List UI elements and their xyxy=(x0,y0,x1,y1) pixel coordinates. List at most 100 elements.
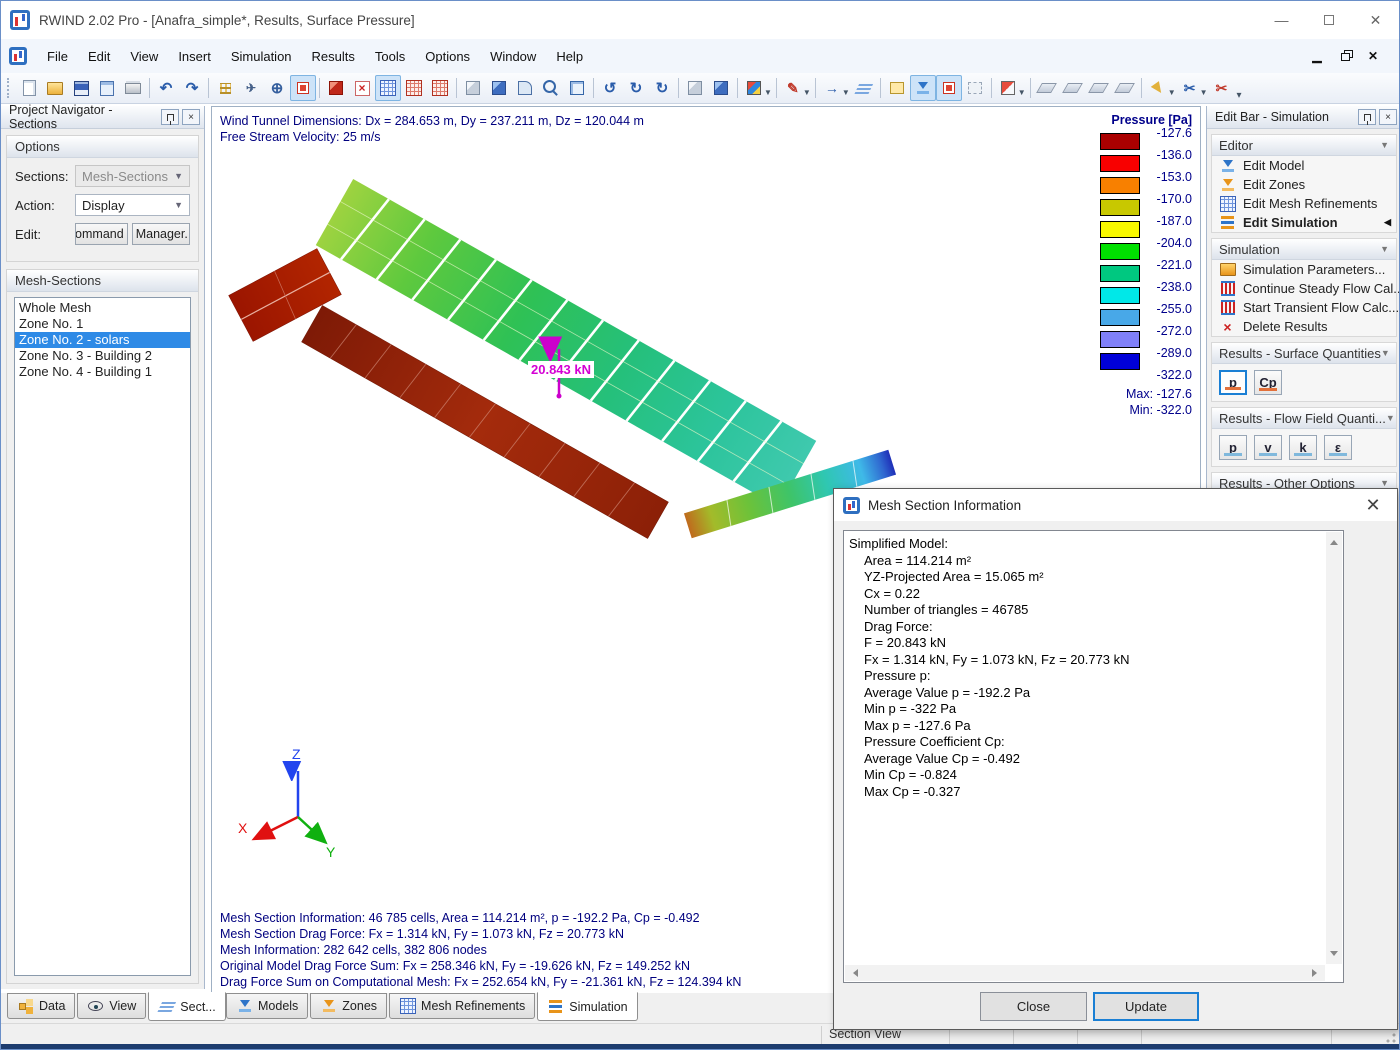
toolbar-show-mesh-button[interactable] xyxy=(375,75,401,101)
toolbar-new-file-button[interactable] xyxy=(16,75,42,101)
toolbar-display-colors-button[interactable]: ✎ xyxy=(780,75,806,101)
panel-close-button[interactable]: × xyxy=(182,109,200,125)
sections-dropdown[interactable]: Mesh-Sections ▼ xyxy=(75,165,190,187)
edit-manager-button[interactable]: Manager... xyxy=(131,223,190,245)
mesh-section-item[interactable]: Zone No. 1 xyxy=(15,316,190,332)
panel-pin-button[interactable] xyxy=(161,109,179,125)
toolbar-mesh-quality-button[interactable] xyxy=(401,75,427,101)
toolbar-isometric-view-button[interactable] xyxy=(682,75,708,101)
toolbar-navigation-mode-button[interactable]: ✈ xyxy=(238,75,264,101)
toolbar-undo-button[interactable]: ↶ xyxy=(153,75,179,101)
toolbar-layers-display-button[interactable] xyxy=(851,75,877,101)
tab-mesh-refinements[interactable]: Mesh Refinements xyxy=(389,993,536,1019)
mesh-section-item[interactable]: Zone No. 2 - solars xyxy=(15,332,190,348)
action-simulation-parameters[interactable]: Simulation Parameters... xyxy=(1212,260,1396,279)
toolbar-corner-view-button[interactable] xyxy=(512,75,538,101)
action-continue-steady-flow-cal[interactable]: Continue Steady Flow Cal... xyxy=(1212,279,1399,298)
tab-models[interactable]: Models xyxy=(226,993,309,1019)
toolbar-print-button[interactable] xyxy=(120,75,146,101)
toolbar-section-plane-2-button[interactable] xyxy=(935,75,962,101)
toolbar-overflow-button[interactable]: ▾ xyxy=(1237,90,1242,103)
action-dropdown[interactable]: Display ▼ xyxy=(75,194,190,216)
dialog-info-textbox[interactable]: Simplified Model: Area = 114.214 m² YZ-Pro… xyxy=(843,530,1344,983)
toolbar-clipping-box-button[interactable] xyxy=(884,75,910,101)
action-start-transient-flow-calc[interactable]: Start Transient Flow Calc... xyxy=(1212,298,1399,317)
section-header[interactable]: Results - Surface Quantities ▼ xyxy=(1212,343,1396,364)
toolbar-rotate-view-2-button[interactable]: ↻ xyxy=(623,75,649,101)
resize-grip[interactable] xyxy=(1386,1033,1396,1043)
toolbar-wireframe-view-button[interactable] xyxy=(460,75,486,101)
toolbar-crosshair-button[interactable]: ⊕ xyxy=(264,75,290,101)
menu-view[interactable]: View xyxy=(120,45,168,68)
section-header[interactable]: Editor ▼ xyxy=(1212,135,1396,156)
section-header[interactable]: Simulation ▼ xyxy=(1212,239,1396,260)
window-close-button[interactable]: ✕ xyxy=(1352,1,1399,39)
toolbar-plane-yz-button[interactable] xyxy=(1086,75,1112,101)
toolbar-clip-scissors-button[interactable]: ✂ xyxy=(1177,75,1203,101)
dialog-close-icon[interactable]: ✕ xyxy=(1358,495,1388,516)
menu-tools[interactable]: Tools xyxy=(365,45,415,68)
toolbar-rotate-view-button[interactable]: ↺ xyxy=(597,75,623,101)
menu-file[interactable]: File xyxy=(37,45,78,68)
menu-window[interactable]: Window xyxy=(480,45,546,68)
toolbar-flow-display-button[interactable]: → xyxy=(819,75,845,101)
toolbar-center-marker-button[interactable] xyxy=(290,75,316,101)
mdi-restore-button[interactable] xyxy=(1337,49,1353,63)
tab-view[interactable]: View xyxy=(77,993,147,1019)
tab-zones[interactable]: Zones xyxy=(310,993,388,1019)
panel-pin-button[interactable] xyxy=(1358,109,1376,125)
mdi-minimize-button[interactable]: ▁ xyxy=(1309,49,1325,63)
toolbar-zoom-window-button[interactable] xyxy=(538,75,564,101)
menu-insert[interactable]: Insert xyxy=(168,45,221,68)
action-edit-mesh-refinements[interactable]: Edit Mesh Refinements xyxy=(1212,194,1396,213)
result-quantity-p-button[interactable]: p xyxy=(1219,370,1247,395)
toolbar-ghost-mode-button[interactable] xyxy=(962,75,988,101)
menu-edit[interactable]: Edit xyxy=(78,45,120,68)
edit-command-button[interactable]: Command xyxy=(75,223,128,245)
toolbar-view-direction-button[interactable] xyxy=(741,75,767,101)
vertical-scrollbar[interactable] xyxy=(1326,532,1342,964)
menu-simulation[interactable]: Simulation xyxy=(221,45,302,68)
toolbar-stop-analysis-button[interactable]: × xyxy=(349,75,375,101)
menu-options[interactable]: Options xyxy=(415,45,480,68)
result-quantity-ε-button[interactable]: ε xyxy=(1324,435,1352,460)
toolbar-redo-button[interactable]: ↷ xyxy=(179,75,205,101)
panel-close-button[interactable]: × xyxy=(1379,109,1397,125)
toolbar-select-tool-button[interactable] xyxy=(1145,75,1171,101)
result-quantity-Cp-button[interactable]: Cp xyxy=(1254,370,1282,395)
toolbar-plane-flip-button[interactable] xyxy=(1112,75,1138,101)
mdi-close-button[interactable]: ✕ xyxy=(1365,49,1381,63)
toolbar-shaded-view-button[interactable] xyxy=(486,75,512,101)
toolbar-save-button[interactable] xyxy=(68,75,94,101)
menu-results[interactable]: Results xyxy=(302,45,365,68)
toolbar-section-plane-1-button[interactable] xyxy=(909,75,936,101)
tab-data[interactable]: Data xyxy=(7,993,76,1019)
action-edit-zones[interactable]: Edit Zones xyxy=(1212,175,1396,194)
toolbar-plane-xy-button[interactable] xyxy=(1034,75,1060,101)
toolbar-mesh-cut-button[interactable] xyxy=(427,75,453,101)
action-delete-results[interactable]: × Delete Results xyxy=(1212,317,1396,336)
result-quantity-k-button[interactable]: k xyxy=(1289,435,1317,460)
horizontal-scrollbar[interactable] xyxy=(845,965,1325,981)
action-edit-simulation[interactable]: Edit Simulation ◀ xyxy=(1212,213,1396,232)
tab-simulation[interactable]: Simulation xyxy=(537,992,638,1021)
toolbar-projection-mode-button[interactable] xyxy=(708,75,734,101)
toolbar-snap-points-button[interactable] xyxy=(212,75,238,101)
dialog-update-button[interactable]: Update xyxy=(1093,992,1199,1021)
action-edit-model[interactable]: Edit Model xyxy=(1212,156,1396,175)
mesh-section-item[interactable]: Whole Mesh xyxy=(15,300,190,316)
toolbar-zoom-fit-button[interactable] xyxy=(564,75,590,101)
window-maximize-button[interactable] xyxy=(1305,1,1352,39)
mesh-section-item[interactable]: Zone No. 4 - Building 1 xyxy=(15,364,190,380)
toolbar-half-model-button[interactable] xyxy=(995,75,1021,101)
toolbar-plane-xz-button[interactable] xyxy=(1060,75,1086,101)
dialog-close-button[interactable]: Close xyxy=(980,992,1087,1021)
toolbar-open-file-button[interactable] xyxy=(42,75,68,101)
result-quantity-v-button[interactable]: v xyxy=(1254,435,1282,460)
tab-sect[interactable]: Sect... xyxy=(148,992,226,1021)
menu-help[interactable]: Help xyxy=(546,45,593,68)
result-quantity-p-button[interactable]: p xyxy=(1219,435,1247,460)
toolbar-start-analysis-button[interactable] xyxy=(323,75,349,101)
toolbar-delete-section-button[interactable]: ✂ xyxy=(1209,75,1235,101)
toolbar-drag-handle[interactable] xyxy=(7,78,11,98)
